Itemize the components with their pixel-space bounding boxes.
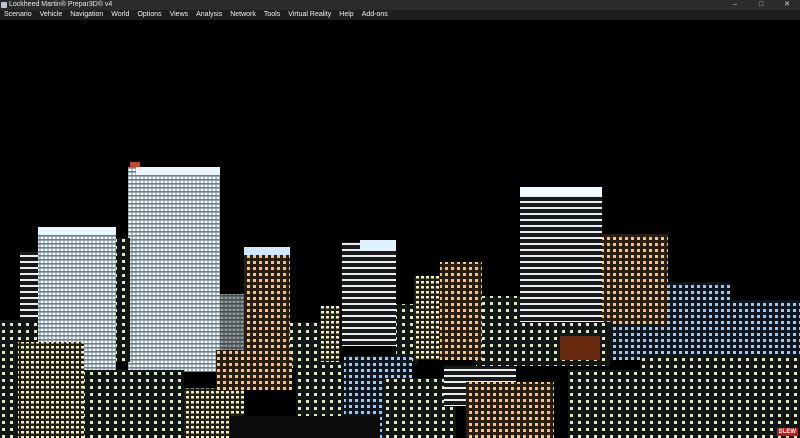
tower-main-white bbox=[128, 162, 220, 372]
menu-vehicle[interactable]: Vehicle bbox=[36, 10, 67, 20]
menu-navigation[interactable]: Navigation bbox=[66, 10, 107, 20]
menu-addons[interactable]: Add-ons bbox=[358, 10, 392, 20]
menu-bar: Scenario Vehicle Navigation World Option… bbox=[0, 10, 800, 20]
window-title: Lockheed Martin® Prepar3D® v4 bbox=[9, 1, 113, 8]
menu-scenario[interactable]: Scenario bbox=[0, 10, 36, 20]
simulator-viewport[interactable] bbox=[0, 20, 800, 438]
menu-help[interactable]: Help bbox=[335, 10, 357, 20]
app-icon bbox=[1, 2, 7, 8]
window-controls: – □ ✕ bbox=[722, 0, 800, 10]
tower-center-white bbox=[342, 240, 396, 346]
title-bar: Lockheed Martin® Prepar3D® v4 – □ ✕ bbox=[0, 0, 800, 10]
minimize-button[interactable]: – bbox=[722, 0, 748, 10]
menu-views[interactable]: Views bbox=[166, 10, 193, 20]
maximize-button[interactable]: □ bbox=[748, 0, 774, 10]
menu-network[interactable]: Network bbox=[226, 10, 260, 20]
menu-virtual-reality[interactable]: Virtual Reality bbox=[284, 10, 335, 20]
tower-right-white bbox=[520, 187, 602, 331]
slew-mode-badge: SLEW bbox=[776, 428, 798, 436]
close-button[interactable]: ✕ bbox=[774, 0, 800, 10]
menu-options[interactable]: Options bbox=[133, 10, 165, 20]
menu-tools[interactable]: Tools bbox=[260, 10, 284, 20]
menu-world[interactable]: World bbox=[107, 10, 133, 20]
menu-analysis[interactable]: Analysis bbox=[192, 10, 226, 20]
